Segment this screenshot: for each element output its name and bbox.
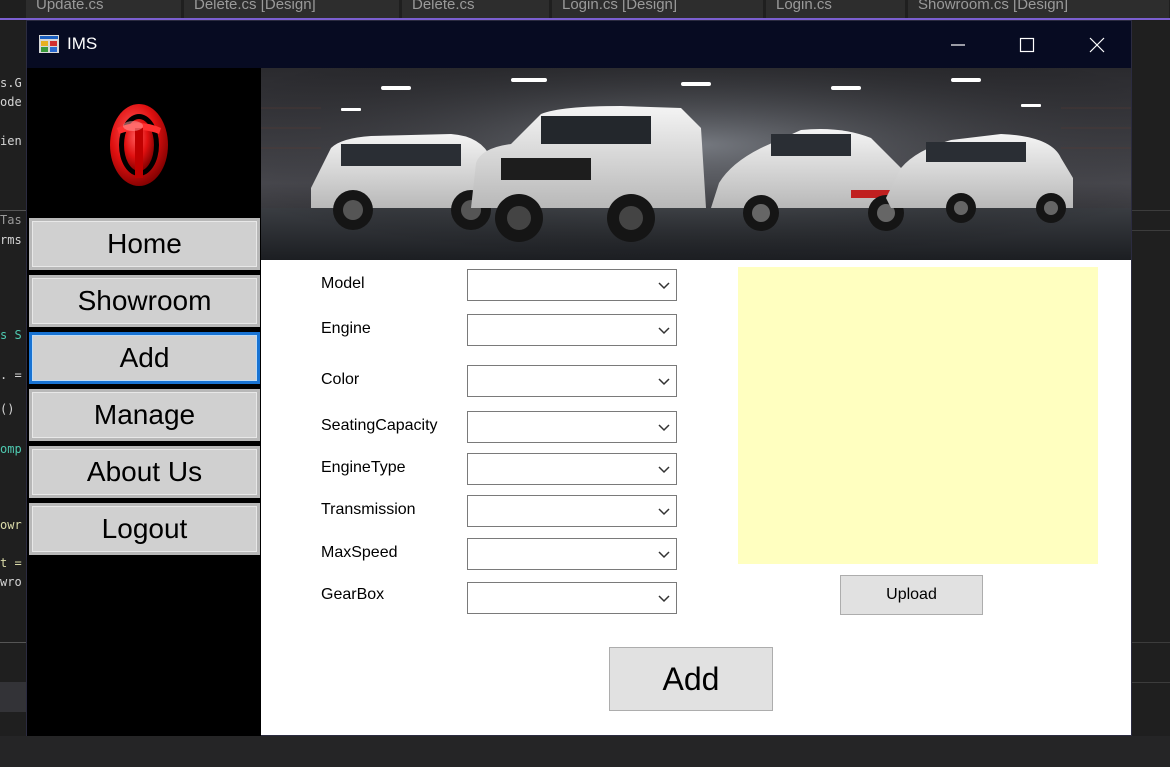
sidebar-item-manage[interactable]: Manage bbox=[29, 389, 260, 441]
minimize-button[interactable] bbox=[923, 21, 993, 68]
transmission-label: Transmission bbox=[321, 501, 416, 518]
app-icon bbox=[39, 35, 59, 53]
close-icon bbox=[1089, 37, 1105, 52]
ide-right-panel bbox=[1132, 20, 1170, 767]
sidebar-item-home[interactable]: Home bbox=[29, 218, 260, 270]
chevron-down-icon bbox=[658, 595, 670, 603]
ide-tab-bar: Update.cs Delete.cs [Design] Delete.cs L… bbox=[0, 0, 1170, 20]
sidebar: Home Showroom Add Manage About Us Logout bbox=[27, 68, 261, 736]
engine-dropdown[interactable] bbox=[467, 314, 677, 346]
ims-window: IMS Home Showroom Add Manage About Us Lo… bbox=[26, 20, 1132, 736]
model-dropdown[interactable] bbox=[467, 269, 677, 301]
chevron-down-icon bbox=[658, 551, 670, 559]
close-button[interactable] bbox=[1062, 21, 1132, 68]
code-fragment: . = bbox=[0, 368, 22, 382]
ide-bottom-panel bbox=[0, 736, 1170, 767]
code-fragment: t = bbox=[0, 556, 22, 570]
ide-divider bbox=[1132, 682, 1170, 683]
color-label: Color bbox=[321, 371, 360, 388]
title-bar[interactable]: IMS bbox=[27, 21, 1131, 68]
upload-button[interactable]: Upload bbox=[840, 575, 983, 615]
code-fragment: ode bbox=[0, 95, 22, 109]
code-fragment: Tas bbox=[0, 213, 22, 227]
ide-divider bbox=[0, 642, 26, 643]
code-fragment: () bbox=[0, 402, 15, 416]
chevron-down-icon bbox=[658, 282, 670, 290]
code-fragment: omp bbox=[0, 442, 22, 456]
code-fragment: ien bbox=[0, 134, 22, 148]
code-fragment: rms bbox=[0, 233, 22, 247]
engine-label: Engine bbox=[321, 320, 371, 337]
banner-image bbox=[261, 68, 1131, 260]
window-title: IMS bbox=[67, 34, 98, 53]
code-fragment: owr bbox=[0, 518, 22, 532]
maximize-icon bbox=[1019, 37, 1035, 52]
ide-tab[interactable]: Delete.cs bbox=[402, 0, 550, 18]
chevron-down-icon bbox=[658, 508, 670, 516]
gearbox-dropdown[interactable] bbox=[467, 582, 677, 614]
ide-divider bbox=[1132, 642, 1170, 643]
toyota-logo bbox=[110, 104, 168, 186]
code-fragment: s S bbox=[0, 328, 22, 342]
max-speed-label: MaxSpeed bbox=[321, 544, 398, 561]
code-fragment: s.G bbox=[0, 76, 22, 90]
sidebar-item-logout[interactable]: Logout bbox=[29, 503, 260, 555]
ide-divider bbox=[0, 210, 26, 211]
gearbox-label: GearBox bbox=[321, 586, 385, 603]
chevron-down-icon bbox=[658, 424, 670, 432]
sidebar-item-add[interactable]: Add bbox=[29, 332, 260, 384]
engine-type-dropdown[interactable] bbox=[467, 453, 677, 485]
chevron-down-icon bbox=[658, 378, 670, 386]
ide-tab[interactable]: Login.cs bbox=[766, 0, 906, 18]
image-preview-box bbox=[738, 267, 1098, 564]
max-speed-dropdown[interactable] bbox=[467, 538, 677, 570]
ide-tab[interactable]: Delete.cs [Design] bbox=[184, 0, 400, 18]
minimize-icon bbox=[951, 43, 965, 46]
maximize-button[interactable] bbox=[992, 21, 1062, 68]
sidebar-item-about-us[interactable]: About Us bbox=[29, 446, 260, 498]
ide-tab[interactable]: Login.cs [Design] bbox=[552, 0, 764, 18]
sidebar-item-showroom[interactable]: Showroom bbox=[29, 275, 260, 327]
add-button[interactable]: Add bbox=[609, 647, 773, 711]
ide-divider bbox=[1132, 230, 1170, 231]
chevron-down-icon bbox=[658, 327, 670, 335]
color-dropdown[interactable] bbox=[467, 365, 677, 397]
ide-tab[interactable]: Showroom.cs [Design] bbox=[908, 0, 1170, 18]
ide-tab[interactable]: Update.cs bbox=[26, 0, 182, 18]
model-label: Model bbox=[321, 275, 365, 292]
seating-capacity-label: SeatingCapacity bbox=[321, 417, 438, 434]
ide-code-editor-left: s.G ode ien Tas rms s S . = () omp owr t… bbox=[0, 20, 26, 767]
ide-panel-block bbox=[0, 682, 26, 712]
chevron-down-icon bbox=[658, 466, 670, 474]
transmission-dropdown[interactable] bbox=[467, 495, 677, 527]
engine-type-label: EngineType bbox=[321, 459, 406, 476]
seating-capacity-dropdown[interactable] bbox=[467, 411, 677, 443]
code-fragment: wro bbox=[0, 575, 22, 589]
ide-divider bbox=[1132, 210, 1170, 211]
